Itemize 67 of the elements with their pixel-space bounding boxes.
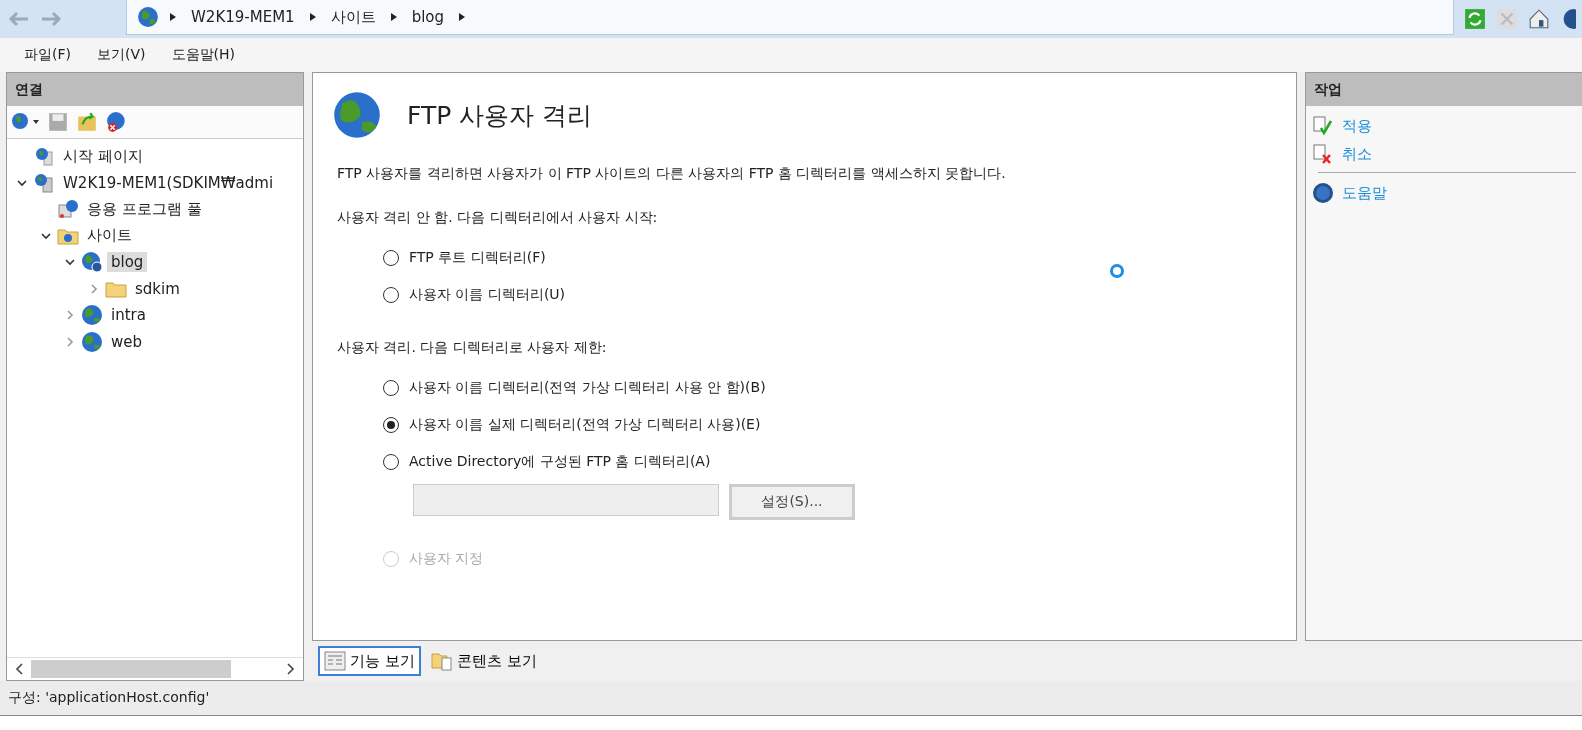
tree-item[interactable]: 시작 페이지: [59, 145, 147, 167]
tree-item[interactable]: blog: [107, 252, 148, 273]
globe-icon: [81, 330, 103, 353]
collapsed-chevron-icon[interactable]: [65, 310, 75, 321]
breadcrumb-separator-icon[interactable]: [389, 12, 398, 22]
breadcrumb-separator-icon[interactable]: [458, 12, 466, 22]
app-pool-icon: [57, 199, 79, 220]
radio-label: 사용자 이름 실제 디렉터리(전역 가상 디렉터리 사용)(E): [409, 415, 761, 434]
tree-item[interactable]: 응용 프로그램 풀: [83, 198, 206, 220]
globe-icon: [81, 251, 103, 274]
scroll-right-icon[interactable]: [285, 663, 295, 675]
description-text: FTP 사용자를 격리하면 사용자가 이 FTP 사이트의 다른 사용자의 FTP 홈 디렉터리를 액세스하지 못합니다.: [337, 165, 1007, 183]
folder-document-icon: [430, 651, 453, 671]
menu-item[interactable]: 보기(V): [97, 46, 146, 64]
tree-item[interactable]: intra: [107, 305, 150, 326]
panel-header: 작업: [1306, 73, 1582, 106]
radio-label: 사용자 이름 디렉터리(U): [409, 285, 566, 304]
breadcrumb-separator-icon[interactable]: [308, 12, 317, 22]
radio-button[interactable]: [383, 286, 399, 303]
radio-label: Active Directory에 구성된 FTP 홈 디렉터리(A): [409, 452, 711, 471]
server-globe-icon: [33, 172, 55, 193]
panel-header: 연결: [7, 73, 303, 106]
radio-button[interactable]: [383, 379, 399, 396]
document-cross-icon: [1312, 143, 1334, 165]
collapsed-chevron-icon[interactable]: [65, 336, 75, 347]
globe-icon: [81, 304, 103, 327]
radio-button[interactable]: [383, 416, 399, 433]
breadcrumb-item[interactable]: 사이트: [326, 7, 380, 27]
tree-item[interactable]: web: [107, 331, 147, 352]
globe-icon: [137, 6, 159, 28]
menu-item[interactable]: 도움말(H): [171, 46, 235, 64]
loading-icon: [1109, 263, 1125, 279]
document-check-icon: [1312, 115, 1334, 137]
tree-item[interactable]: W2K19-MEM1(SDKIM₩admi: [59, 172, 278, 193]
globe-icon: [333, 91, 381, 139]
address-bar[interactable]: W2K19-MEM1 사이트 blog: [126, 0, 1454, 35]
radio-label: 사용자 이름 디렉터리(전역 가상 디렉터리 사용 안 함)(B): [409, 378, 766, 397]
scrollbar-thumb[interactable]: [31, 660, 231, 678]
folder-globe-icon: [57, 226, 79, 245]
radio-button[interactable]: [383, 453, 399, 470]
home-icon[interactable]: [1528, 8, 1550, 30]
radio-label: 사용자 지정: [409, 549, 484, 568]
radio-button[interactable]: [383, 249, 399, 266]
group-heading: 사용자 격리. 다음 디렉터리로 사용자 제한:: [337, 339, 608, 357]
expanded-chevron-icon[interactable]: [65, 257, 75, 268]
settings-button[interactable]: 설정(S)...: [729, 484, 855, 520]
menu-item[interactable]: 파일(F): [24, 46, 71, 64]
radio-label: FTP 루트 디렉터리(F): [409, 248, 546, 267]
breadcrumb-item[interactable]: blog: [407, 8, 448, 26]
scroll-left-icon[interactable]: [15, 663, 25, 675]
expanded-chevron-icon[interactable]: [17, 177, 27, 188]
breadcrumb-separator-icon[interactable]: [169, 12, 177, 22]
folder-icon: [105, 279, 127, 298]
feature-title: FTP 사용자 격리: [407, 99, 593, 132]
group-heading: 사용자 격리 안 함. 다음 디렉터리에서 사용자 시작:: [337, 209, 659, 227]
collapsed-chevron-icon[interactable]: [89, 283, 99, 294]
start-page-icon: [33, 146, 55, 167]
status-bar: 구성: 'applicationHost.config': [0, 681, 1582, 716]
view-tab[interactable]: 콘텐츠 보기: [424, 646, 543, 676]
breadcrumb-item[interactable]: W2K19-MEM1: [187, 8, 299, 26]
tree-item[interactable]: 사이트: [83, 225, 136, 247]
view-tab[interactable]: 기능 보기: [318, 646, 421, 676]
feature-list-icon: [324, 651, 346, 671]
refresh-icon[interactable]: [1464, 8, 1486, 30]
expanded-chevron-icon[interactable]: [41, 230, 51, 241]
folder-arrow-icon[interactable]: [75, 111, 99, 133]
tree-item[interactable]: sdkim: [131, 278, 184, 299]
